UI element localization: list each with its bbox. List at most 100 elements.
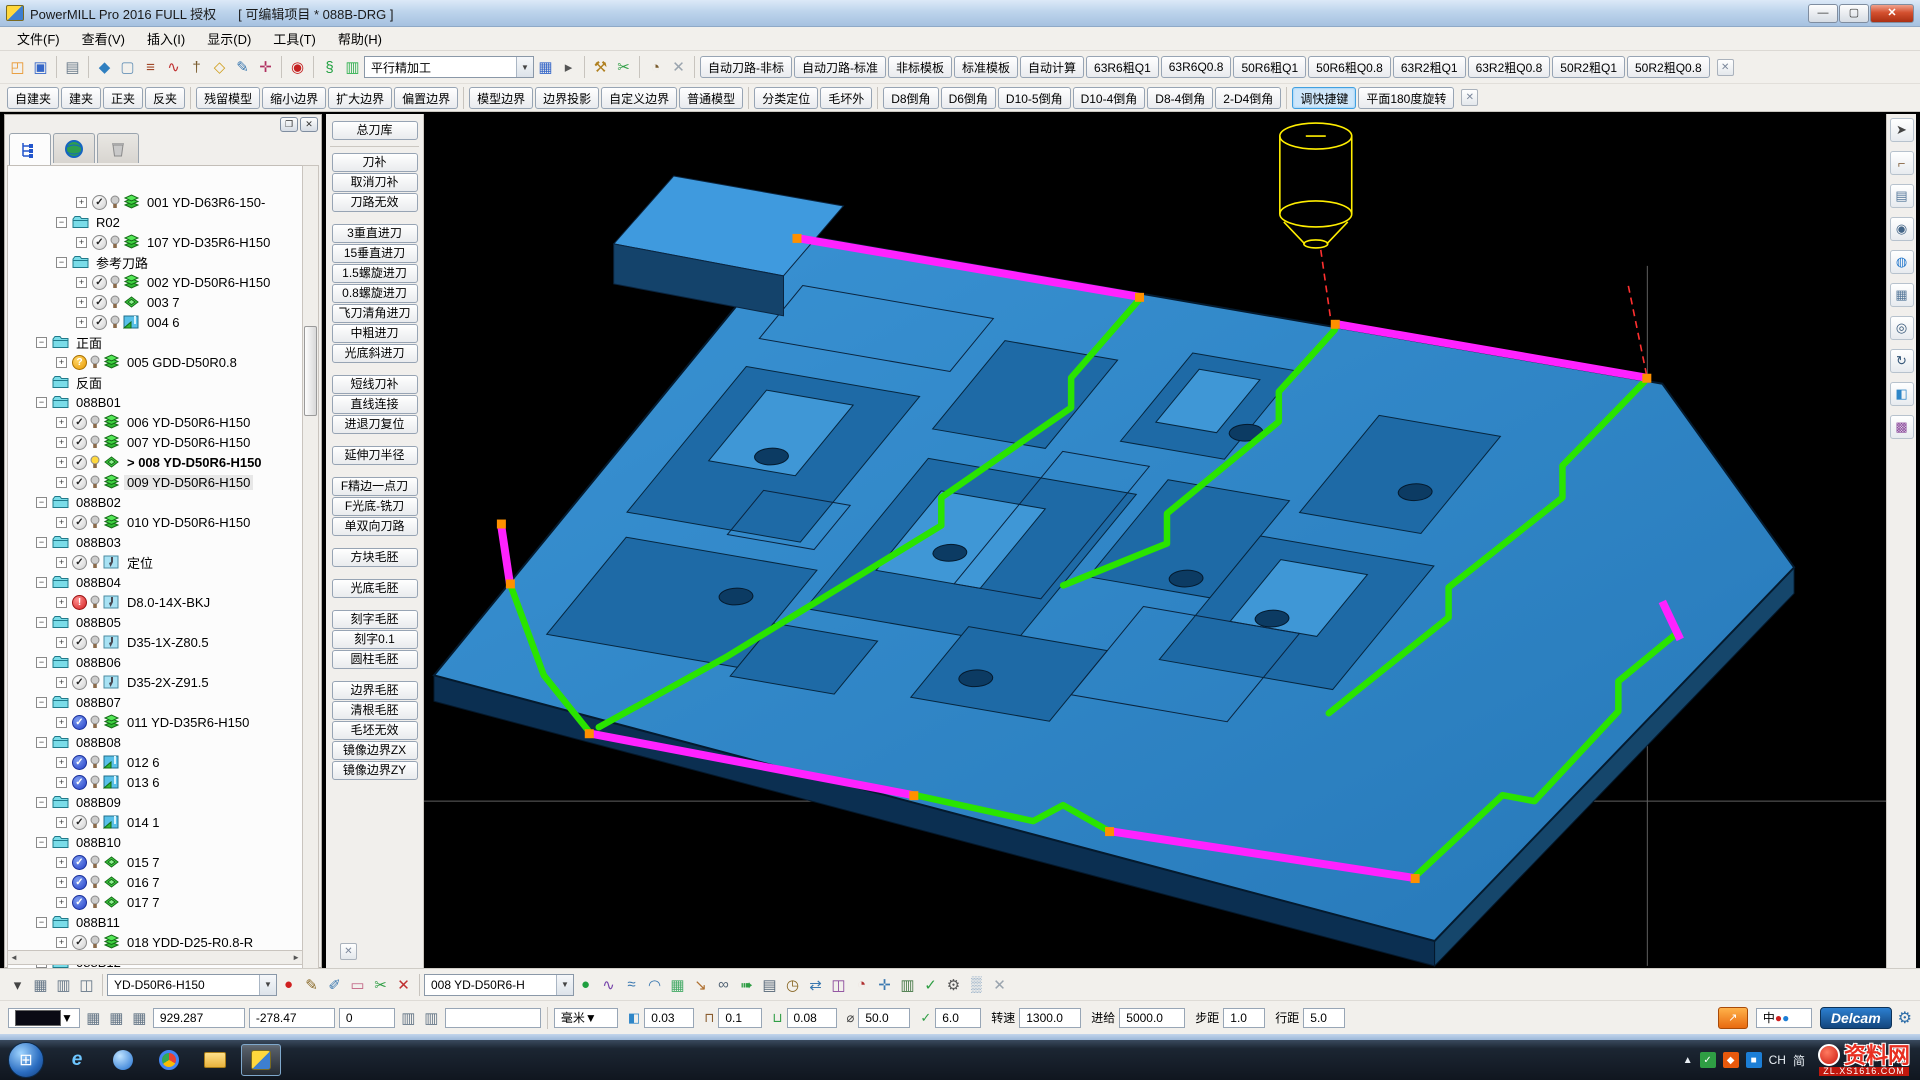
scissors-icon[interactable]: ✂ [612,56,635,79]
macro-button-50R2粗Q0.8[interactable]: 50R2粗Q0.8 [1627,56,1710,78]
bulb-off-icon[interactable] [90,355,100,370]
macro-button-刻字毛胚[interactable]: 刻字毛胚 [331,610,418,629]
workplane-icon[interactable]: ✛ [254,56,277,79]
macro-button-自建夹[interactable]: 自建夹 [7,86,60,109]
close-button[interactable]: ✕ [1870,3,1914,23]
thickness-field[interactable]: 0.1 [718,1007,763,1028]
macro-button-边界投影[interactable]: 边界投影 [535,86,600,109]
expand-icon[interactable]: + [56,876,67,888]
collapse-icon[interactable]: − [56,256,67,268]
pencil-icon[interactable]: ✎ [300,973,323,996]
macro-button-刀路无效[interactable]: 刀路无效 [331,193,418,212]
macro-button-调快捷键[interactable]: 调快捷键 [1292,86,1357,109]
simulate-icon[interactable]: ▸ [557,56,580,79]
bulb-off-icon[interactable] [90,415,100,430]
bulb-off-icon[interactable] [90,755,100,770]
open-project-icon[interactable]: ◰ [6,56,29,79]
tree-row[interactable]: +! D8.0-14X-BKJ [8,592,302,612]
tree-row[interactable]: − 088B02 [8,492,302,512]
tools-icon[interactable]: ⚒ [589,56,612,79]
expand-icon[interactable]: + [56,556,67,568]
tree-row[interactable]: + ✓ 003 7 [8,292,302,312]
tree-row[interactable]: − 088B06 [8,652,302,672]
model-icon[interactable]: ◆ [93,56,116,79]
tree-row[interactable]: + ✓ 010 YD-D50R6-H150 [8,512,302,532]
macro-button-50R2粗Q1[interactable]: 50R2粗Q1 [1552,56,1625,78]
rotate-view-icon[interactable]: ↻ [1889,349,1914,373]
bulb-off-icon[interactable] [110,295,120,310]
macro-button-分类定位[interactable]: 分类定位 [754,86,819,109]
active-tool-combo[interactable]: YD-D50R6-H150 ▼ [107,973,277,996]
swap-icon[interactable]: ⇄ [804,973,827,996]
tray-chevron-icon[interactable]: ▲ [1683,1055,1693,1066]
delete-icon[interactable]: ✕ [392,973,415,996]
tree-row[interactable]: +? 005 GDD-D50R0.8 [8,352,302,372]
expand-icon[interactable]: + [56,516,67,528]
status-ball2-icon[interactable]: ● [574,973,597,996]
tray-shield-icon[interactable]: ✓ [1699,1052,1716,1068]
boundary-icon[interactable]: ◇ [208,56,231,79]
macro-button-建夹[interactable]: 建夹 [61,86,102,109]
macro-button-进退刀复位[interactable]: 进退刀复位 [331,415,418,434]
taskbar-browser-icon[interactable] [103,1044,143,1076]
macro-button-模型边界[interactable]: 模型边界 [469,86,534,109]
menu-item-3[interactable]: 显示(D) [196,26,262,51]
expand-icon[interactable]: + [56,596,67,608]
scrollbar-thumb[interactable] [304,326,317,416]
collapse-icon[interactable]: − [36,336,47,348]
macro-button-光底斜进刀[interactable]: 光底斜进刀 [331,344,418,363]
macro-button-镜像边界ZX[interactable]: 镜像边界ZX [331,741,418,760]
tree-row[interactable]: − 088B07 [8,692,302,712]
tree-row[interactable]: + ✓ 001 YD-D63R6-150- [8,192,302,212]
curve-icon[interactable]: ∿ [597,973,620,996]
clock-icon[interactable]: ◷ [781,973,804,996]
active-toolpath-combo[interactable]: 008 YD-D50R6-H ▼ [424,973,574,996]
wireframe-icon[interactable]: ▦ [1889,283,1914,307]
explorer-recycle-tab[interactable] [97,133,139,163]
fit-view-icon[interactable]: ▦ [82,1006,105,1029]
panel-icon[interactable]: ▥ [52,973,75,996]
clipboard-view-icon[interactable]: ▤ [1889,184,1914,208]
template-icon[interactable]: ▥ [341,56,364,79]
macro-button-缩小边界[interactable]: 缩小边界 [262,86,327,109]
bulb-off-icon[interactable] [90,435,100,450]
print-icon[interactable]: ▤ [61,56,84,79]
macro-button-D6倒角[interactable]: D6倒角 [940,86,996,109]
tray-orange-icon[interactable]: ◆ [1722,1052,1739,1068]
expand-icon[interactable]: + [56,816,67,828]
bulb-off-icon[interactable] [110,195,120,210]
expand-icon[interactable]: + [56,896,67,908]
mesh-icon[interactable]: ▦ [666,973,689,996]
collapse-icon[interactable]: − [36,396,47,408]
maximize-button[interactable]: ▢ [1839,3,1869,23]
expand-icon[interactable]: + [76,276,87,288]
tree-row[interactable]: + ✓ 016 7 [8,872,302,892]
collapse-icon[interactable]: − [36,836,47,848]
toolpath-icon[interactable]: ∿ [162,56,185,79]
bulb-off-icon[interactable] [90,875,100,890]
taskbar-chrome-icon[interactable] [149,1044,189,1076]
panel-restore-icon[interactable]: ❐ [280,117,298,132]
macro-button-D10-4倒角[interactable]: D10-4倒角 [1072,86,1146,109]
tolerance-field[interactable]: 0.03 [644,1007,695,1028]
bulb-off-icon[interactable] [90,935,100,950]
expand-icon[interactable]: + [76,316,87,328]
zoom-icon[interactable]: ◎ [1889,316,1914,340]
collision-icon[interactable]: ◉ [286,56,309,79]
macro-panel-close-icon[interactable]: ✕ [340,943,357,960]
viewport-3d[interactable] [424,114,1886,968]
macro-button-F光底-铣刀[interactable]: F光底-铣刀 [331,497,418,516]
expand-icon[interactable]: + [56,476,67,488]
bulb-off-icon[interactable] [90,895,100,910]
grid-toggle-icon[interactable]: ▦ [128,1006,151,1029]
tree-row[interactable]: − 088B05 [8,612,302,632]
tree-row[interactable]: + ✓ 011 YD-D35R6-H150 [8,712,302,732]
macro-button-光底毛胚[interactable]: 光底毛胚 [331,579,418,598]
tree-row[interactable]: 反面 [8,372,302,392]
tree-row[interactable]: + ✓ D35-1X-Z80.5 [8,632,302,652]
stock-field[interactable]: 0.08 [786,1007,837,1028]
shaded-view-icon[interactable]: ◧ [1889,382,1914,406]
tip-radius-field[interactable]: 6.0 [935,1007,982,1028]
bulb-off-icon[interactable] [90,855,100,870]
macro-button-自动刀路-标准[interactable]: 自动刀路-标准 [794,56,886,78]
